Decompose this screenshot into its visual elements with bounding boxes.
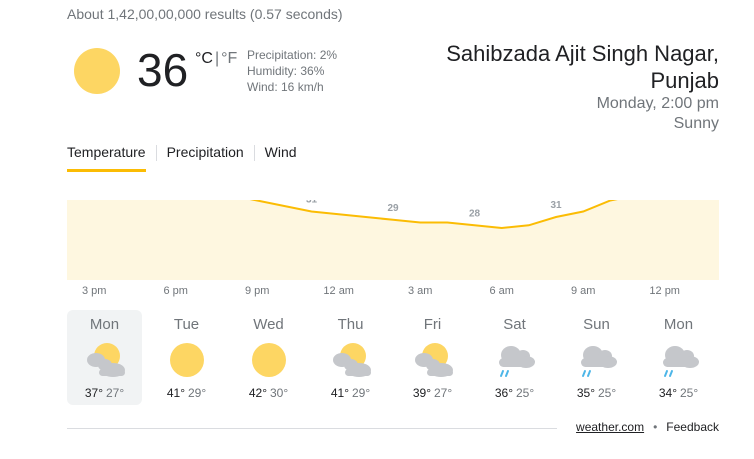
unit-celsius[interactable]: °C: [195, 50, 213, 67]
forecast-day-mon[interactable]: Mon 34° 25°: [641, 310, 716, 405]
chart-time-axis: 3 pm 6 pm 9 pm 12 am 3 am 6 am 9 am 12 pm: [67, 285, 719, 299]
forecast-low: 25°: [598, 386, 617, 400]
partly-cloudy-icon: [83, 340, 127, 380]
daily-forecast: Mon 37° 27° Tue 41° 29° Wed 42° 30° Thu 41° 29° Fri 3…: [67, 310, 722, 405]
forecast-temps: 41° 29°: [313, 385, 388, 401]
tab-wind[interactable]: Wind: [253, 144, 297, 169]
forecast-day-name: Thu: [337, 316, 364, 333]
rain-cloud-icon: [493, 340, 537, 380]
location-name: Sahibzada Ajit Singh Nagar, Punjab: [446, 41, 719, 93]
footer-separator: •: [653, 420, 658, 434]
feedback-link[interactable]: Feedback: [666, 420, 719, 434]
forecast-day-name: Tue: [173, 316, 200, 333]
forecast-high: 41°: [330, 386, 349, 400]
chart-tick-label: 6 am: [489, 285, 514, 297]
chart-tick-label: 9 pm: [244, 285, 270, 297]
sun-icon: [247, 340, 291, 380]
temperature-chart-svg: 3637343129283136: [67, 200, 719, 280]
forecast-day-sat[interactable]: Sat 36° 25°: [477, 310, 552, 405]
chart-tick-label: 9 am: [570, 285, 596, 297]
forecast-temps: 36° 25°: [477, 385, 552, 401]
chart-data-label: 31: [550, 200, 562, 211]
unit-toggle: °C | °F: [195, 50, 237, 68]
chart-data-label: 28: [469, 208, 481, 219]
forecast-day-name: Fri: [423, 316, 442, 333]
forecast-low: 30°: [270, 386, 289, 400]
sun-icon: [74, 48, 120, 94]
footer: weather.com • Feedback: [576, 420, 719, 434]
tab-temperature[interactable]: Temperature: [67, 144, 146, 172]
forecast-day-name: Wed: [253, 316, 284, 333]
chart-tabs: Temperature Precipitation Wind: [67, 144, 297, 172]
chart-data-label: 31: [306, 200, 318, 206]
partly-cloudy-icon: [411, 340, 455, 380]
precipitation-text: Precipitation: 2%: [247, 48, 338, 62]
tab-precipitation[interactable]: Precipitation: [155, 144, 244, 169]
wind-text: Wind: 16 km/h: [247, 80, 324, 94]
forecast-high: 34°: [658, 386, 677, 400]
forecast-low: 27°: [106, 386, 125, 400]
forecast-low: 25°: [680, 386, 699, 400]
sun-icon: [165, 340, 209, 380]
footer-divider: [67, 428, 557, 429]
humidity-text: Humidity: 36%: [247, 64, 325, 78]
results-stats: About 1,42,00,00,000 results (0.57 secon…: [67, 6, 343, 22]
chart-tick-label: 6 pm: [163, 285, 188, 297]
chart-tick-label: 3 am: [407, 285, 433, 297]
rain-cloud-icon: [575, 340, 619, 380]
chart-tick-label: 12 pm: [649, 285, 680, 297]
forecast-high: 39°: [412, 386, 431, 400]
forecast-temps: 37° 27°: [67, 385, 142, 401]
forecast-temps: 39° 27°: [395, 385, 470, 401]
forecast-day-name: Sun: [583, 316, 610, 333]
temperature-chart: 3637343129283136: [67, 200, 719, 280]
forecast-temps: 42° 30°: [231, 385, 306, 401]
forecast-day-thu[interactable]: Thu 41° 29°: [313, 310, 388, 405]
forecast-temps: 35° 25°: [559, 385, 634, 401]
forecast-low: 27°: [434, 386, 453, 400]
forecast-day-name: Mon: [663, 316, 694, 333]
weather-details: Precipitation: 2% Humidity: 36% Wind: 16…: [247, 47, 337, 95]
unit-fahrenheit[interactable]: °F: [221, 50, 237, 67]
forecast-day-fri[interactable]: Fri 39° 27°: [395, 310, 470, 405]
forecast-high: 37°: [84, 386, 103, 400]
forecast-day-name: Sat: [503, 316, 526, 333]
location-datetime: Monday, 2:00 pm: [596, 95, 719, 112]
forecast-day-tue[interactable]: Tue 41° 29°: [149, 310, 224, 405]
forecast-day-name: Mon: [89, 316, 120, 333]
source-link[interactable]: weather.com: [576, 420, 644, 434]
forecast-day-mon[interactable]: Mon 37° 27°: [67, 310, 142, 405]
forecast-high: 42°: [248, 386, 267, 400]
forecast-low: 25°: [516, 386, 535, 400]
chart-data-label: 29: [387, 203, 399, 214]
chart-tick-label: 3 pm: [81, 285, 107, 297]
location-block: Sahibzada Ajit Singh Nagar, Punjab Monda…: [429, 40, 719, 134]
forecast-temps: 34° 25°: [641, 385, 716, 401]
current-temperature: 36: [137, 44, 189, 96]
forecast-low: 29°: [352, 386, 371, 400]
forecast-high: 36°: [494, 386, 513, 400]
rain-cloud-icon: [657, 340, 701, 380]
chart-tick-label: 12 am: [323, 285, 354, 297]
forecast-day-wed[interactable]: Wed 42° 30°: [231, 310, 306, 405]
weather-condition: Sunny: [673, 115, 719, 132]
forecast-high: 41°: [166, 386, 185, 400]
forecast-temps: 41° 29°: [149, 385, 224, 401]
forecast-low: 29°: [188, 386, 207, 400]
unit-separator: |: [214, 50, 220, 67]
forecast-high: 35°: [576, 386, 595, 400]
forecast-day-sun[interactable]: Sun 35° 25°: [559, 310, 634, 405]
partly-cloudy-icon: [329, 340, 373, 380]
